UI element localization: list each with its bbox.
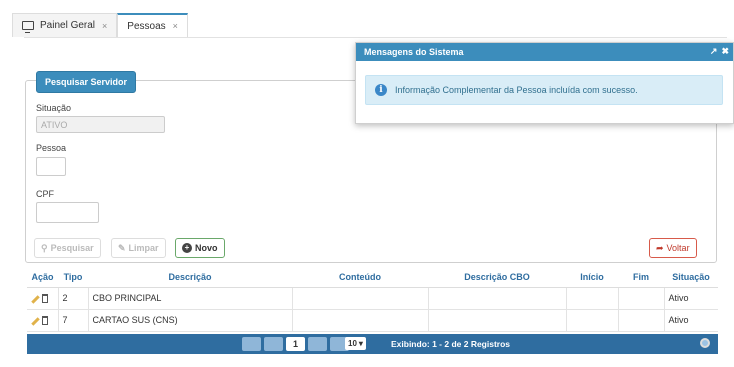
prev-page-button[interactable] [264, 337, 283, 351]
trash-icon[interactable] [42, 294, 48, 304]
voltar-label: Voltar [666, 243, 690, 253]
tab-label: Pessoas [127, 20, 166, 32]
voltar-button[interactable]: ➦ Voltar [649, 238, 697, 258]
table-row: 2 CBO PRINCIPAL Ativo [27, 287, 718, 310]
situacao-label: Situação [36, 103, 72, 113]
row-actions [27, 287, 59, 310]
close-icon[interactable]: × [173, 21, 178, 31]
pager-summary: Exibindo: 1 - 2 de 2 Registros [391, 339, 511, 349]
pagination-bar: 1 10 ▾ Exibindo: 1 - 2 de 2 Registros [27, 334, 718, 354]
tab-painel-geral[interactable]: Painel Geral × [12, 13, 118, 37]
plus-icon: + [182, 243, 192, 253]
col-inicio: Início [566, 268, 618, 288]
tab-pessoas[interactable]: Pessoas × [117, 13, 188, 37]
pesquisar-button[interactable]: ⚲ Pesquisar [34, 238, 101, 258]
novo-button[interactable]: + Novo [175, 238, 225, 258]
info-icon: i [375, 84, 387, 96]
next-page-button[interactable] [308, 337, 327, 351]
col-fim: Fim [618, 268, 664, 288]
col-descricao-cbo: Descrição CBO [428, 268, 566, 288]
situacao-field[interactable]: ATIVO [36, 116, 165, 133]
eraser-icon: ✎ [118, 242, 126, 253]
pesquisar-label: Pesquisar [50, 243, 94, 253]
cell-fim [618, 309, 665, 332]
row-actions [27, 309, 59, 332]
col-tipo: Tipo [58, 268, 88, 288]
table-header-row: Ação Tipo Descrição Conteúdo Descrição C… [27, 268, 718, 288]
cell-situacao: Ativo [664, 287, 718, 310]
tab-label: Painel Geral [40, 20, 96, 31]
cell-tipo: 2 [58, 287, 89, 310]
cell-conteudo [292, 287, 429, 310]
cell-inicio [566, 287, 619, 310]
col-situacao: Situação [664, 268, 718, 288]
monitor-icon [22, 21, 34, 33]
search-icon: ⚲ [41, 242, 48, 253]
messages-title: Mensagens do Sistema [364, 47, 464, 57]
col-descricao: Descrição [88, 268, 292, 288]
edit-icon[interactable] [31, 317, 40, 326]
close-icon[interactable]: × [102, 21, 107, 31]
cell-situacao: Ativo [664, 309, 718, 332]
limpar-button[interactable]: ✎ Limpar [111, 238, 166, 258]
window-controls: ↗ ✖ [710, 46, 729, 57]
cpf-input[interactable] [36, 202, 99, 223]
back-arrow-icon: ➦ [656, 242, 664, 253]
cell-fim [618, 287, 665, 310]
cpf-label: CPF [36, 189, 54, 199]
cell-descricao: CBO PRINCIPAL [88, 287, 293, 310]
trash-icon[interactable] [42, 316, 48, 326]
page-size-select[interactable]: 10 ▾ [345, 337, 366, 350]
novo-label: Novo [195, 243, 218, 253]
system-messages-window: Mensagens do Sistema ↗ ✖ i Informação Co… [355, 42, 734, 124]
first-page-button[interactable] [242, 337, 261, 351]
table-row: 7 CARTAO SUS (CNS) Ativo [27, 309, 718, 332]
col-acao: Ação [27, 268, 58, 288]
cell-inicio [566, 309, 619, 332]
messages-title-bar: Mensagens do Sistema ↗ ✖ [356, 43, 733, 61]
page-number[interactable]: 1 [286, 337, 305, 351]
info-message-text: Informação Complementar da Pessoa incluí… [395, 85, 638, 95]
pessoa-input[interactable] [36, 157, 66, 176]
page-size-value: 10 [348, 339, 357, 348]
edit-icon[interactable] [31, 295, 40, 304]
popout-icon[interactable]: ↗ [710, 46, 718, 57]
gear-icon[interactable] [700, 338, 710, 348]
pessoa-label: Pessoa [36, 143, 67, 153]
cell-cbo [428, 287, 567, 310]
chevron-down-icon: ▾ [358, 339, 363, 348]
tab-bar: Painel Geral × Pessoas × [12, 13, 734, 37]
col-conteudo: Conteúdo [292, 268, 428, 288]
info-message: i Informação Complementar da Pessoa incl… [365, 75, 723, 105]
limpar-label: Limpar [128, 243, 159, 253]
cell-cbo [428, 309, 567, 332]
cell-tipo: 7 [58, 309, 89, 332]
cell-descricao: CARTAO SUS (CNS) [88, 309, 293, 332]
fieldset-legend: Pesquisar Servidor [36, 71, 137, 93]
results-table: Ação Tipo Descrição Conteúdo Descrição C… [27, 268, 718, 332]
cell-conteudo [292, 309, 429, 332]
close-icon[interactable]: ✖ [721, 46, 729, 57]
